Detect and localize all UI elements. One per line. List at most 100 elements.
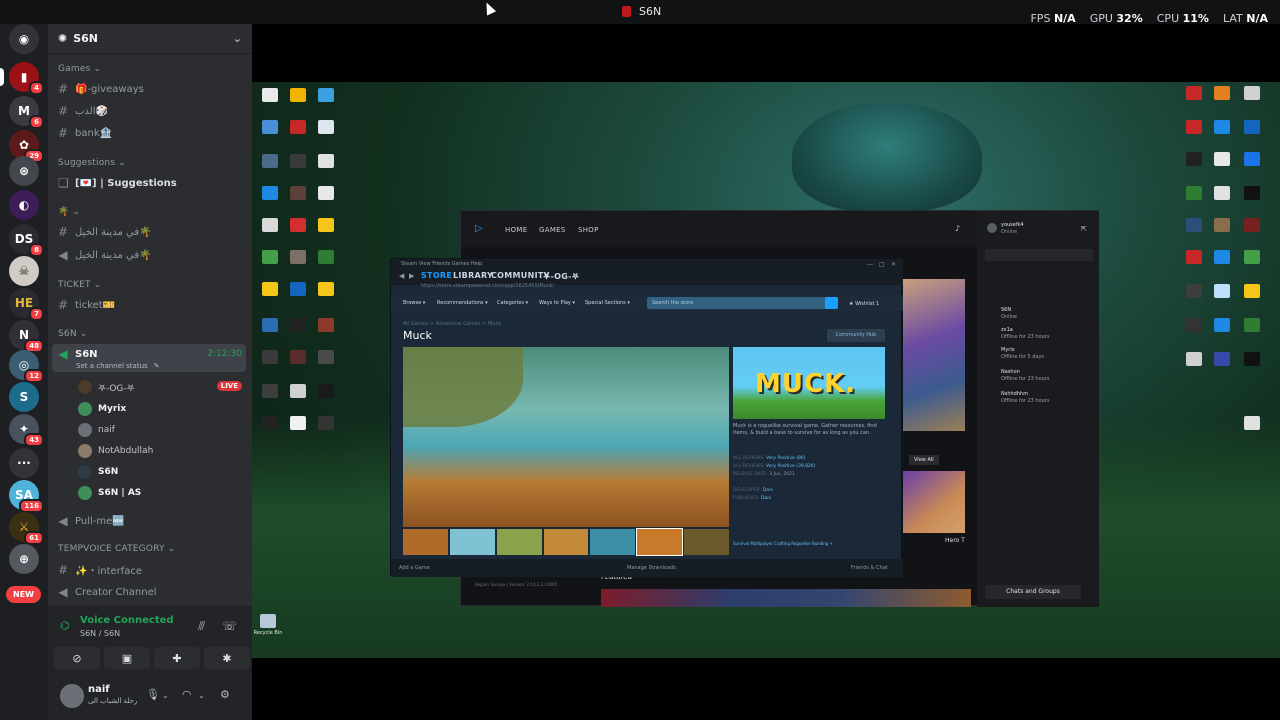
steam-search-input[interactable]: Search the store — [647, 297, 829, 309]
voice-user[interactable]: NotAbdullah — [78, 444, 153, 458]
screen-share-button[interactable]: ▣ — [104, 647, 150, 669]
desktop-icon[interactable] — [1186, 284, 1202, 298]
server-icon[interactable]: ⚔ 61 — [9, 512, 44, 545]
thumbnail[interactable] — [684, 529, 730, 555]
desktop-icon[interactable] — [1244, 186, 1260, 200]
desktop-icon[interactable] — [290, 282, 306, 296]
close-icon[interactable]: ✕ — [891, 261, 896, 268]
category-s6n[interactable]: S6N ⌄ — [58, 329, 88, 339]
subnav-categories[interactable]: Categories ▾ — [497, 300, 528, 306]
friend-row[interactable]: Nashon Offline for 23 hours — [1001, 369, 1049, 383]
forward-arrow-icon[interactable]: ▶ — [409, 272, 414, 280]
disconnect-icon[interactable]: ☏ — [222, 619, 237, 633]
server-icon[interactable]: SA 116 — [9, 480, 44, 513]
desktop-icon[interactable] — [1214, 186, 1230, 200]
desktop-icon[interactable] — [1244, 318, 1260, 332]
channel-pullme[interactable]: ◀ Pull-me🆕 — [58, 514, 124, 528]
community-hub-button[interactable]: Community Hub — [827, 329, 885, 342]
chrome-icon[interactable] — [290, 88, 306, 102]
category-clover[interactable]: 🌴 ⌄ — [58, 207, 80, 217]
desktop-icon[interactable] — [290, 186, 306, 200]
desktop-icon[interactable] — [318, 416, 334, 430]
bell-icon[interactable]: ♪ — [955, 224, 960, 233]
epic-user[interactable]: yousefk4 Online — [1001, 222, 1024, 236]
desktop-icon[interactable] — [318, 120, 334, 134]
channel-s6n-voice[interactable]: ◀ S6N — [58, 347, 97, 361]
steam-nav-profile[interactable]: 𖤐-OG-𖤐 — [543, 271, 579, 282]
desktop-icon[interactable] — [262, 88, 278, 102]
epic-nav-shop[interactable]: SHOP — [578, 226, 599, 234]
desktop-icon[interactable] — [262, 350, 278, 364]
epic-game-card[interactable] — [903, 471, 965, 533]
server-icon[interactable]: M6 — [9, 96, 44, 129]
discord-home-icon[interactable]: ◉ — [9, 24, 39, 54]
meta-value[interactable]: Dani — [761, 496, 771, 501]
search-icon[interactable] — [825, 297, 838, 309]
microphone-icon[interactable]: 🎙 — [146, 688, 160, 701]
thumbnail[interactable] — [496, 529, 542, 555]
chevron-down-icon[interactable]: ⌄ — [198, 691, 205, 700]
meta-value[interactable]: Dani — [763, 488, 773, 493]
game-screenshot-main[interactable] — [403, 347, 729, 527]
voice-user[interactable]: 𖤐-OG-𖤐 — [78, 380, 135, 394]
desktop-icon[interactable] — [318, 88, 334, 102]
epic-hero-image[interactable] — [903, 279, 965, 431]
game-tags[interactable]: Survival Multiplayer Crafting Roguelike … — [733, 541, 833, 546]
desktop-icon[interactable] — [318, 384, 334, 398]
channel-game[interactable]: # الدب🎲 — [58, 104, 108, 118]
desktop-icon[interactable] — [1186, 218, 1202, 232]
chats-and-groups-button[interactable]: Chats and Groups — [985, 585, 1081, 599]
category-tempvoice[interactable]: TEMPVOICE CATEGORY ⌄ — [58, 544, 176, 554]
view-all-button[interactable]: View All — [909, 455, 939, 465]
desktop-icon[interactable] — [290, 416, 306, 430]
server-icon[interactable]: ✦ 43 — [9, 414, 44, 447]
voice-user[interactable]: naif — [78, 423, 115, 437]
user-avatar[interactable] — [987, 223, 997, 233]
server-icon[interactable]: ◎ 12 — [9, 350, 44, 383]
desktop-icon[interactable] — [262, 250, 278, 264]
category-ticket[interactable]: TICKET ⌄ — [58, 280, 102, 290]
maximize-icon[interactable]: □ — [879, 261, 885, 268]
featured-banners[interactable] — [601, 589, 971, 607]
desktop-icon[interactable] — [318, 318, 334, 332]
channel-horses-text[interactable]: # في مدينة الخيل🌴 — [58, 225, 152, 239]
voice-user[interactable]: S6N | AS — [78, 486, 141, 500]
desktop-icon[interactable] — [1244, 250, 1260, 264]
desktop-icon[interactable] — [1186, 186, 1202, 200]
thumbnail-video[interactable] — [403, 529, 448, 555]
thumbnail[interactable] — [590, 529, 636, 555]
subnav-browse[interactable]: Browse ▾ — [403, 300, 425, 306]
soundboard-button[interactable]: ✱ — [204, 647, 250, 669]
steam-window[interactable]: Steam View Friends Games Help ◀ ▶ STORE … — [390, 258, 903, 577]
edge-icon[interactable] — [262, 186, 278, 200]
wishlist-button[interactable]: ★ Wishlist 1 — [849, 301, 879, 307]
meta-value[interactable]: Very Positive (39,826) — [766, 464, 815, 469]
external-link-icon[interactable]: ⇱ — [1081, 225, 1087, 233]
server-icon[interactable]: ▮ 4 — [9, 62, 44, 95]
desktop-icon[interactable] — [290, 250, 306, 264]
channel-horses-voice[interactable]: ◀ في مدينة الخيل🌴 — [58, 248, 151, 262]
server-icon[interactable]: ☠ — [9, 256, 39, 286]
channel-status-input[interactable]: Set a channel status ✎ — [76, 362, 160, 370]
folder-icon[interactable] — [318, 282, 334, 296]
desktop-icon[interactable] — [318, 154, 334, 168]
desktop-icon[interactable] — [1244, 218, 1260, 232]
desktop-icon[interactable] — [290, 318, 306, 332]
desktop-icon[interactable] — [290, 384, 306, 398]
server-icon[interactable]: ⊕ — [9, 544, 39, 574]
desktop-icon[interactable] — [1214, 318, 1230, 332]
channel-ticket[interactable]: # ticket🎫 — [58, 298, 115, 312]
server-icon[interactable]: ⊛ — [9, 156, 39, 186]
steam-nav-community[interactable]: COMMUNITY — [491, 271, 550, 280]
desktop-icon[interactable] — [290, 218, 306, 232]
desktop-icon[interactable] — [1214, 352, 1230, 366]
subnav-ways-to-play[interactable]: Ways to Play ▾ — [539, 300, 575, 306]
desktop-icon[interactable] — [318, 350, 334, 364]
desktop-icon[interactable] — [290, 154, 306, 168]
channel-creator[interactable]: ◀ Creator Channel — [58, 585, 156, 599]
desktop-icon[interactable] — [318, 250, 334, 264]
desktop-icon[interactable] — [1186, 152, 1202, 166]
desktop-icon[interactable] — [1186, 86, 1202, 100]
desktop-icon[interactable] — [1214, 218, 1230, 232]
recycle-bin-icon[interactable] — [260, 614, 276, 628]
